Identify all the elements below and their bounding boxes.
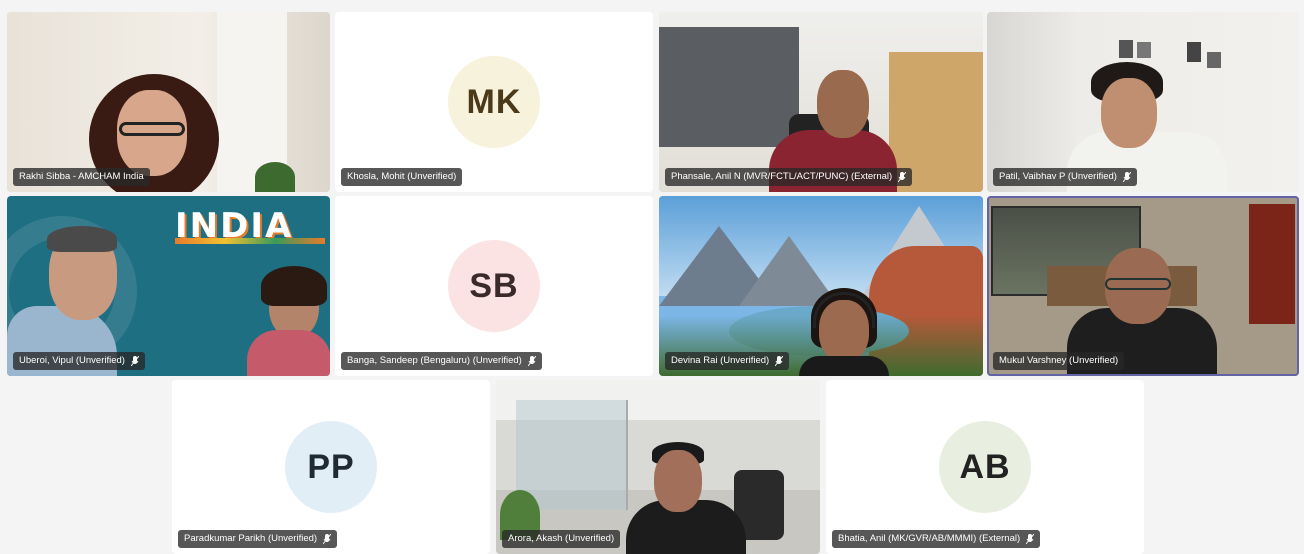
participant-name-label: Paradkumar Parikh (Unverified) [178,530,338,548]
participant-tile-sandeep-banga[interactable]: SB Banga, Sandeep (Bengaluru) (Unverifie… [335,196,653,376]
mic-muted-icon [527,355,536,367]
mic-muted-icon [1026,533,1035,545]
person-face [817,70,869,138]
frame [1187,42,1201,62]
participant-tile-anil-phansale[interactable]: Phansale, Anil N (MVR/FCTL/ACT/PUNC) (Ex… [659,12,983,192]
glasses [119,122,185,136]
avatar: AB [939,421,1031,513]
banner-skyline [175,238,325,244]
person-hair [47,226,117,252]
avatar: SB [448,240,540,332]
participant-name-label: Rakhi Sibba - AMCHAM India [13,168,150,186]
participant-tile-vipul-uberoi[interactable]: INDIA Uberoi, Vipul (Unverified) [7,196,330,376]
participant-name-label: Banga, Sandeep (Bengaluru) (Unverified) [341,352,542,370]
participant-tile-paradkumar-parikh[interactable]: PP Paradkumar Parikh (Unverified) [172,380,490,554]
frame [1207,52,1221,68]
participant-name-label: Arora, Akash (Unverified) [502,530,621,548]
wall-window [659,27,799,147]
participant-name-label: Phansale, Anil N (MVR/FCTL/ACT/PUNC) (Ex… [665,168,913,186]
participant-name-label: Uberoi, Vipul (Unverified) [13,352,145,370]
participant-tile-vaibhav-patil[interactable]: Patil, Vaibhav P (Unverified) [987,12,1299,192]
participant-name-label: Patil, Vaibhav P (Unverified) [993,168,1137,186]
mic-muted-icon [775,355,784,367]
participant-name-label: Bhatia, Anil (MK/GVR/AB/MMMI) (External) [832,530,1041,548]
person-body [799,356,889,376]
participant-tile-mohit-khosla[interactable]: MK Khosla, Mohit (Unverified) [335,12,653,192]
participant-tile-mukul-varshney[interactable]: Mukul Varshney (Unverified) [987,196,1299,376]
person-face [654,450,702,512]
avatar: MK [448,56,540,148]
person-face [1101,78,1157,148]
participant-name-label: Mukul Varshney (Unverified) [993,352,1125,370]
mic-muted-icon [898,171,907,183]
mic-muted-icon [1122,171,1131,183]
participant-tile-akash-arora[interactable]: Arora, Akash (Unverified) [496,380,820,554]
plant [255,162,295,192]
mic-muted-icon [323,533,332,545]
participant-tile-anil-bhatia[interactable]: AB Bhatia, Anil (MK/GVR/AB/MMMI) (Extern… [826,380,1144,554]
participant-tile-devina-rai[interactable]: Devina Rai (Unverified) [659,196,983,376]
participant-name-label: Devina Rai (Unverified) [665,352,790,370]
glass-wall [516,400,628,510]
second-person-body [247,330,330,376]
frame [1137,42,1151,58]
glasses [1105,278,1171,290]
frame [1119,40,1133,58]
participant-name-label: Khosla, Mohit (Unverified) [341,168,463,186]
participant-tile-rakhi-sibba[interactable]: Rakhi Sibba - AMCHAM India [7,12,330,192]
mic-muted-icon [130,355,139,367]
second-person-hair [261,266,327,306]
cabinet [1249,204,1295,324]
avatar: PP [285,421,377,513]
